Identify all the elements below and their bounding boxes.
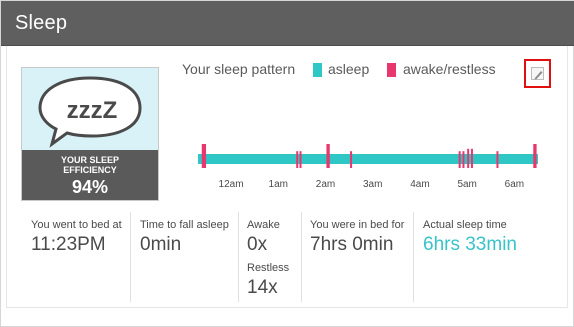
stat-actual-sleep-label: Actual sleep time bbox=[423, 219, 507, 231]
stat-bedtime-value: 11:23PM bbox=[31, 234, 106, 255]
legend-asleep-label: asleep bbox=[328, 61, 370, 77]
x-tick-label: 3am bbox=[363, 179, 382, 190]
awake-swatch bbox=[387, 63, 396, 77]
stat-fall-asleep-label: Time to fall asleep bbox=[140, 219, 229, 231]
x-tick-label: 5am bbox=[457, 179, 476, 190]
stat-actual-sleep: Actual sleep time 6hrs 33min bbox=[423, 212, 553, 302]
awake-segment bbox=[201, 144, 207, 168]
edit-icon bbox=[531, 67, 544, 80]
stat-in-bed: You were in bed for 7hrs 0min bbox=[310, 212, 410, 302]
sleep-pattern-chart: 12am 1am 2am 3am 4am 5am 6am bbox=[198, 144, 538, 190]
efficiency-label: YOUR SLEEP EFFICIENCY bbox=[60, 155, 119, 175]
stat-awake-value: 0x bbox=[247, 234, 268, 255]
stat-bedtime: You went to bed at 11:23PM bbox=[31, 212, 126, 302]
x-tick-label: 1am bbox=[269, 179, 288, 190]
x-tick-label: 12am bbox=[219, 179, 244, 190]
bubble-text: zzzZ bbox=[67, 97, 118, 124]
x-tick-label: 4am bbox=[410, 179, 429, 190]
awake-segment bbox=[326, 144, 330, 168]
awake-segment bbox=[350, 151, 353, 168]
stat-actual-sleep-value: 6hrs 33min bbox=[423, 234, 517, 255]
x-tick-label: 2am bbox=[316, 179, 335, 190]
efficiency-band: YOUR SLEEP EFFICIENCY 94% bbox=[22, 150, 158, 200]
stat-awake-label: Awake bbox=[247, 219, 280, 231]
stat-fall-asleep-value: 0min bbox=[140, 234, 182, 255]
sleep-bubble-icon: zzzZ bbox=[38, 76, 142, 148]
awake-segment bbox=[458, 151, 461, 168]
awake-segment bbox=[296, 151, 299, 168]
awake-segment bbox=[470, 148, 473, 168]
awake-segment bbox=[496, 151, 499, 168]
stat-restless-label: Restless bbox=[247, 262, 290, 274]
legend-title: Your sleep pattern bbox=[182, 61, 296, 77]
stat-in-bed-label: You were in bed for bbox=[310, 219, 405, 231]
awake-segment bbox=[467, 148, 470, 168]
stat-fall-asleep: Time to fall asleep 0min bbox=[140, 212, 235, 302]
awake-segment bbox=[462, 151, 465, 168]
efficiency-value: 94% bbox=[71, 177, 109, 197]
panel-title: Sleep bbox=[15, 12, 68, 34]
stat-divider bbox=[238, 212, 239, 302]
asleep-bar bbox=[198, 154, 538, 164]
stat-awake: Awake 0x Restless 14x bbox=[247, 212, 302, 302]
stat-bedtime-label: You went to bed at bbox=[31, 219, 122, 231]
stat-divider bbox=[130, 212, 131, 302]
stat-restless-value: 14x bbox=[247, 277, 278, 298]
asleep-swatch bbox=[313, 63, 322, 77]
legend-awake-label: awake/restless bbox=[403, 61, 496, 77]
x-tick-label: 6am bbox=[505, 179, 524, 190]
stat-divider bbox=[301, 212, 302, 302]
pencil-icon bbox=[534, 71, 543, 80]
awake-segment bbox=[299, 151, 302, 168]
stat-in-bed-value: 7hrs 0min bbox=[310, 234, 394, 255]
panel-header: Sleep bbox=[1, 1, 574, 46]
edit-button[interactable] bbox=[524, 59, 551, 88]
awake-segment bbox=[533, 144, 537, 168]
stat-divider bbox=[413, 212, 414, 302]
sleep-efficiency-card: zzzZ YOUR SLEEP EFFICIENCY 94% bbox=[21, 67, 159, 201]
